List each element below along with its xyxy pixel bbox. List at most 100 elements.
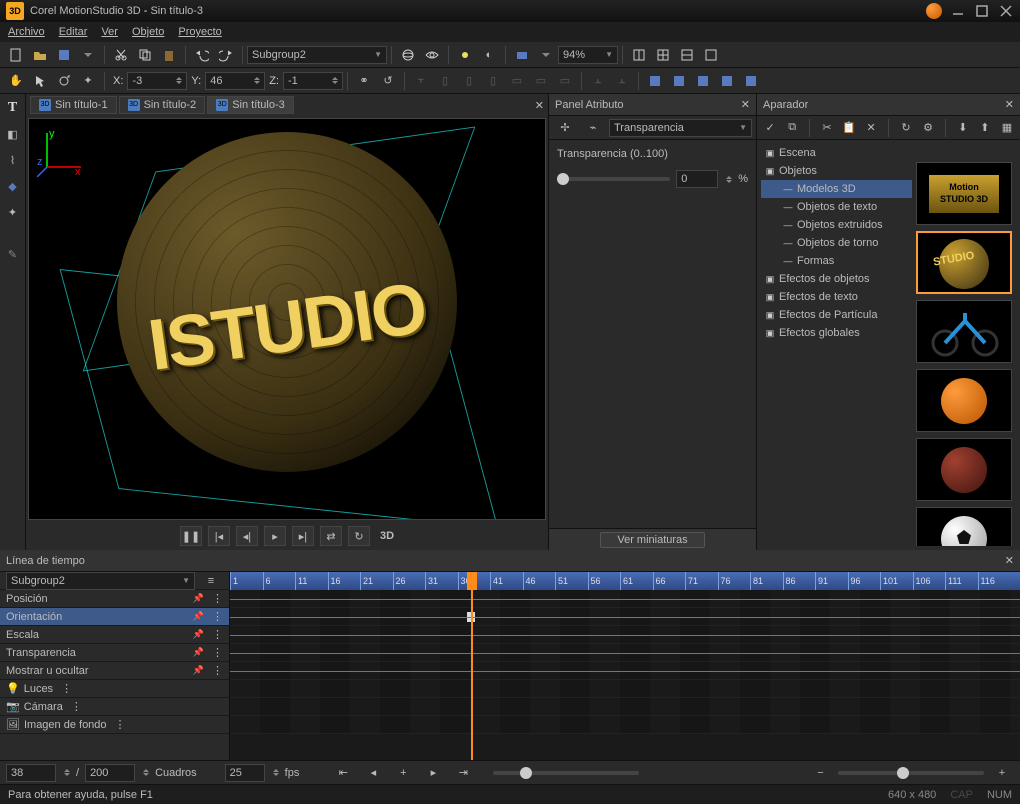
track-row[interactable]: 🖼Imagen de fondo⋮ <box>0 716 229 734</box>
tab-1[interactable]: 3DSin título-1 <box>30 96 117 114</box>
menu-archivo[interactable]: Archivo <box>8 26 45 38</box>
tab-2[interactable]: 3DSin título-2 <box>119 96 206 114</box>
apply-icon[interactable]: ✓ <box>763 118 777 138</box>
select-icon[interactable] <box>30 71 50 91</box>
thumb-motion[interactable]: MotionSTUDIO 3D <box>916 162 1012 225</box>
undo-icon[interactable] <box>192 45 212 65</box>
copy-icon[interactable] <box>135 45 155 65</box>
tl-last-icon[interactable]: ⇥ <box>453 763 473 783</box>
tree-item[interactable]: —Objetos extruidos <box>761 216 912 234</box>
tree-item[interactable]: —Objetos de torno <box>761 234 912 252</box>
tl-first-icon[interactable]: ⇤ <box>333 763 353 783</box>
thumb-tricycle[interactable] <box>916 300 1012 363</box>
timeline-scrub[interactable] <box>493 771 639 775</box>
particle-tool-icon[interactable]: ✦ <box>3 202 23 222</box>
chevron-down-icon[interactable] <box>536 45 556 65</box>
menu-editar[interactable]: Editar <box>59 26 88 38</box>
zoom-combo[interactable]: 94%▼ <box>558 46 618 64</box>
fps-input[interactable]: 25 <box>225 764 265 782</box>
paste-icon[interactable]: 📋 <box>842 118 856 138</box>
track-row[interactable]: Posición📌⋮ <box>0 590 229 608</box>
zoom-out-icon[interactable]: − <box>810 763 830 783</box>
cut-icon[interactable] <box>111 45 131 65</box>
close-icon[interactable]: ✕ <box>1005 554 1014 567</box>
shape-tool-icon[interactable]: ◆ <box>3 176 23 196</box>
grid-icon[interactable]: ▦ <box>1000 118 1014 138</box>
redo-icon[interactable] <box>216 45 236 65</box>
panel-btn4[interactable] <box>717 71 737 91</box>
close-icon[interactable]: ✕ <box>741 98 750 111</box>
viewport-3d[interactable]: y x z ISTUDIO <box>28 118 546 520</box>
first-frame-icon[interactable]: |◂ <box>208 526 230 546</box>
layout3-icon[interactable] <box>677 45 697 65</box>
import-icon[interactable]: ⬇ <box>956 118 970 138</box>
last-frame-icon[interactable]: ▸| <box>292 526 314 546</box>
timeline-zoom[interactable] <box>838 771 984 775</box>
timeline-tracks[interactable]: 1611162126313641465156616671768186919610… <box>230 572 1020 760</box>
transparency-slider[interactable] <box>557 177 670 181</box>
panel-btn2[interactable] <box>669 71 689 91</box>
layout4-icon[interactable] <box>701 45 721 65</box>
hand-icon[interactable]: ✋ <box>6 71 26 91</box>
thumb-ball2[interactable] <box>916 438 1012 501</box>
light-icon[interactable] <box>455 45 475 65</box>
panel-btn5[interactable] <box>741 71 761 91</box>
timeline-menu-icon[interactable]: ≡ <box>201 572 221 591</box>
panel-btn1[interactable] <box>645 71 665 91</box>
lathe-tool-icon[interactable]: ⌇ <box>3 150 23 170</box>
total-frames-input[interactable]: 200 <box>85 764 135 782</box>
chevron-down-icon[interactable] <box>78 45 98 65</box>
settings-icon[interactable]: ⚙ <box>921 118 935 138</box>
track-row[interactable]: Transparencia📌⋮ <box>0 644 229 662</box>
track-row[interactable]: 📷Cámara⋮ <box>0 698 229 716</box>
thumb-soccer[interactable] <box>916 507 1012 546</box>
link-icon[interactable]: ⚭ <box>354 71 374 91</box>
layout1-icon[interactable] <box>629 45 649 65</box>
spotlight-icon[interactable]: ◐ <box>479 45 499 65</box>
object-tree[interactable]: ▣Escena▣Objetos—Modelos 3D—Objetos de te… <box>761 144 912 546</box>
wand-icon[interactable]: ✦ <box>78 71 98 91</box>
render-icon[interactable] <box>512 45 532 65</box>
tree-item[interactable]: —Objetos de texto <box>761 198 912 216</box>
y-input[interactable]: 46 <box>205 72 265 90</box>
tabs-close-icon[interactable]: ✕ <box>535 99 544 112</box>
track-row[interactable]: Escala📌⋮ <box>0 626 229 644</box>
attr-tool1-icon[interactable]: ✢ <box>555 118 575 138</box>
copy-icon[interactable]: ⧉ <box>785 118 799 138</box>
panel-btn3[interactable] <box>693 71 713 91</box>
menu-ver[interactable]: Ver <box>101 26 118 38</box>
paste-icon[interactable] <box>159 45 179 65</box>
pause-icon[interactable]: ❚❚ <box>180 526 202 546</box>
export-icon[interactable]: ⬆ <box>978 118 992 138</box>
loop-icon[interactable]: ⇄ <box>320 526 342 546</box>
refresh-icon[interactable]: ↻ <box>899 118 913 138</box>
tree-item[interactable]: —Formas <box>761 252 912 270</box>
thumb-basketball[interactable] <box>916 369 1012 432</box>
z-input[interactable]: -1 <box>283 72 343 90</box>
view-thumbs-button[interactable]: Ver miniaturas <box>600 532 704 548</box>
globe-icon[interactable] <box>398 45 418 65</box>
thumb-globe[interactable]: STUDIO <box>916 231 1012 294</box>
tl-addkey-icon[interactable]: + <box>393 763 413 783</box>
attr-tool2-icon[interactable]: ⌁ <box>583 118 603 138</box>
delete-icon[interactable]: ✕ <box>864 118 878 138</box>
edit-tool-icon[interactable]: ✎ <box>3 244 23 264</box>
tree-item[interactable]: ▣Objetos <box>761 162 912 180</box>
minimize-button[interactable] <box>950 3 966 19</box>
open-icon[interactable] <box>30 45 50 65</box>
tree-item[interactable]: ▣Efectos de Partícula <box>761 306 912 324</box>
object-combo[interactable]: Subgroup2▼ <box>247 46 387 64</box>
maximize-button[interactable] <box>974 3 990 19</box>
timeline-ruler[interactable]: 1611162126313641465156616671768186919610… <box>230 572 1020 590</box>
track-row[interactable]: 💡Luces⋮ <box>0 680 229 698</box>
menu-proyecto[interactable]: Proyecto <box>178 26 221 38</box>
timeline-object-combo[interactable]: Subgroup2▼ <box>6 572 195 590</box>
play-3d-toggle[interactable]: 3D <box>380 530 394 542</box>
track-row[interactable]: Mostrar u ocultar📌⋮ <box>0 662 229 680</box>
menu-objeto[interactable]: Objeto <box>132 26 164 38</box>
tl-prev-icon[interactable]: ◂ <box>363 763 383 783</box>
eye-icon[interactable] <box>422 45 442 65</box>
x-input[interactable]: -3 <box>127 72 187 90</box>
close-button[interactable] <box>998 3 1014 19</box>
playhead[interactable] <box>471 572 473 760</box>
